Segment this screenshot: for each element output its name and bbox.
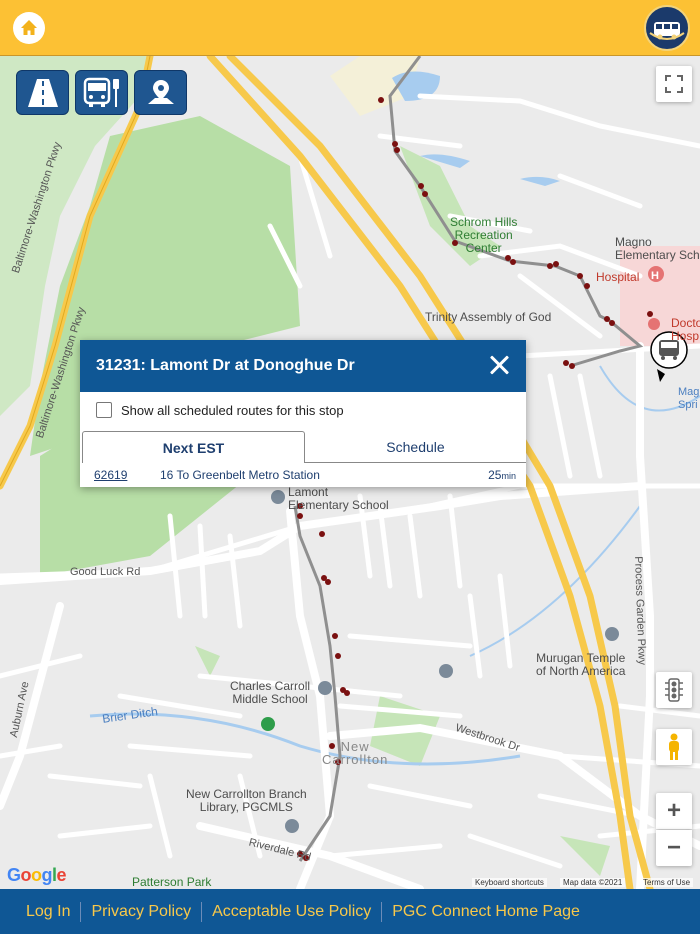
places-layer-button[interactable] [134, 70, 187, 115]
footer-divider [80, 901, 82, 922]
tab-schedule[interactable]: Schedule [305, 431, 526, 463]
vehicle-link[interactable]: 62619 [94, 468, 160, 482]
google-logo: Google [7, 865, 67, 885]
home-icon [21, 20, 37, 35]
road-icon [27, 78, 58, 107]
pgc-home-link[interactable]: PGC Connect Home Page [392, 903, 580, 921]
label-schrom-hills: Schrom Hills Recreation Center [450, 215, 518, 255]
stop-title: 31231: Lamont Dr at Donoghue Dr [96, 357, 355, 374]
acceptable-use-link[interactable]: Acceptable Use Policy [212, 903, 371, 921]
street-view-button[interactable] [656, 729, 692, 765]
label-doctors-hospital: Docto Hosp [671, 316, 700, 343]
home-button[interactable] [13, 12, 45, 44]
label-murugan-temple: Murugan Temple of North America [536, 651, 626, 678]
show-all-routes-row: Show all scheduled routes for this stop [80, 392, 526, 428]
label-new-carrollton: New Carrollton [322, 739, 389, 767]
log-in-link[interactable]: Log In [26, 903, 70, 921]
privacy-policy-link[interactable]: Privacy Policy [91, 903, 191, 921]
layer-buttons [16, 70, 187, 115]
close-icon[interactable] [486, 352, 512, 378]
label-hospital: Hospital [596, 270, 640, 284]
popup-tabs: Next EST Schedule [82, 431, 526, 463]
top-bar [0, 0, 700, 56]
terms-of-use-link[interactable]: Terms of Use [640, 878, 694, 887]
label-magnolia-spring: Magno Spri [678, 386, 700, 411]
zoom-in-icon: + [666, 797, 681, 824]
pegman-icon [669, 733, 679, 760]
pgc-connect-logo[interactable] [644, 5, 690, 51]
footer-divider [381, 901, 383, 922]
arrival-time: 25min [488, 468, 516, 482]
label-lamont-elementary: Lamont Elementary School [288, 485, 389, 512]
routes-layer-button[interactable] [16, 70, 69, 115]
bus-stop-icon [83, 77, 119, 107]
map-pin-icon [147, 79, 174, 104]
zoom-out-button[interactable]: − [656, 830, 692, 866]
label-trinity: Trinity Assembly of God [425, 310, 552, 324]
zoom-out-icon: − [666, 834, 681, 861]
prediction-row: 62619 16 To Greenbelt Metro Station 25mi… [80, 463, 526, 487]
stops-layer-button[interactable] [75, 70, 128, 115]
svg-text:H: H [651, 270, 659, 282]
stop-info-popup: 31231: Lamont Dr at Donoghue Dr Show all… [80, 340, 526, 487]
traffic-light-icon [665, 678, 683, 702]
label-library: New Carrollton Branch Library, PGCMLS [186, 787, 307, 814]
map-data-attribution: Map data ©2021 [560, 878, 626, 887]
footer-bar: Log In Privacy Policy Acceptable Use Pol… [0, 889, 700, 934]
label-charles-carroll: Charles Carroll Middle School [230, 679, 311, 706]
fullscreen-button[interactable] [656, 66, 692, 102]
zoom-in-button[interactable]: + [656, 793, 692, 829]
label-patterson-park: Patterson Park [132, 875, 212, 889]
popup-header: 31231: Lamont Dr at Donoghue Dr [80, 340, 526, 392]
label-magnolia-elementary: Magno Elementary Scho [615, 235, 700, 262]
tab-next-est[interactable]: Next EST [82, 431, 305, 463]
keyboard-shortcuts-link[interactable]: Keyboard shortcuts [472, 878, 547, 887]
label-good-luck-rd: Good Luck Rd [70, 566, 141, 578]
map-view[interactable]: H Baltimore-Washington Pkwy Baltimore-Wa… [0, 56, 700, 889]
footer-divider [201, 901, 203, 922]
show-all-routes-label: Show all scheduled routes for this stop [121, 402, 344, 418]
show-all-routes-checkbox[interactable] [96, 402, 112, 418]
route-destination: 16 To Greenbelt Metro Station [160, 468, 320, 482]
fullscreen-icon [665, 75, 683, 93]
traffic-button[interactable] [656, 672, 692, 708]
